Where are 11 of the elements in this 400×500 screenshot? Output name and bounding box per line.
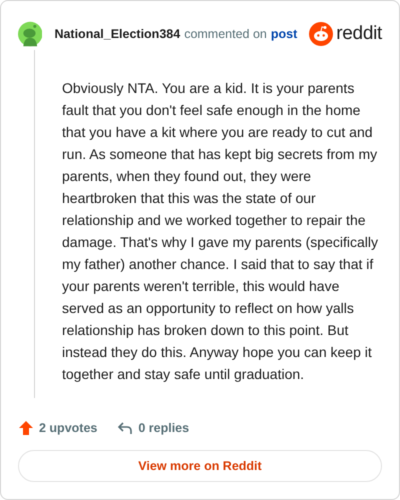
- upvote-count: 2 upvotes: [39, 421, 98, 435]
- brand-wordmark: reddit: [336, 23, 382, 45]
- alien-logo-icon: [309, 22, 334, 46]
- post-link[interactable]: post: [270, 27, 298, 41]
- author-name[interactable]: National_Election384: [54, 27, 180, 41]
- upvote-icon[interactable]: [18, 420, 34, 436]
- reply-icon[interactable]: [117, 420, 134, 436]
- view-more-button[interactable]: View more on Reddit: [18, 450, 382, 482]
- action-text: commented on: [184, 27, 267, 41]
- reply-count: 0 replies: [138, 421, 190, 435]
- comment-text: Obviously NTA. You are a kid. It is your parents fault that you don't feel safe enough in the home that you have a kit where you are ready to cut and run. As someone that has kept big secrets from my parents, when they found out, they were heartbroken that this was the state of our relationship and we worked together to repair the damage. That's why I gave my parents (specifically my father) another chance. I said that to say that if your parents weren't terrible, this would have served as an opportunity to reflect on how yalls relationship has broken down to this point. But instead they do this. Anyway hope you can keep it together and stay safe until graduation.: [62, 79, 379, 384]
